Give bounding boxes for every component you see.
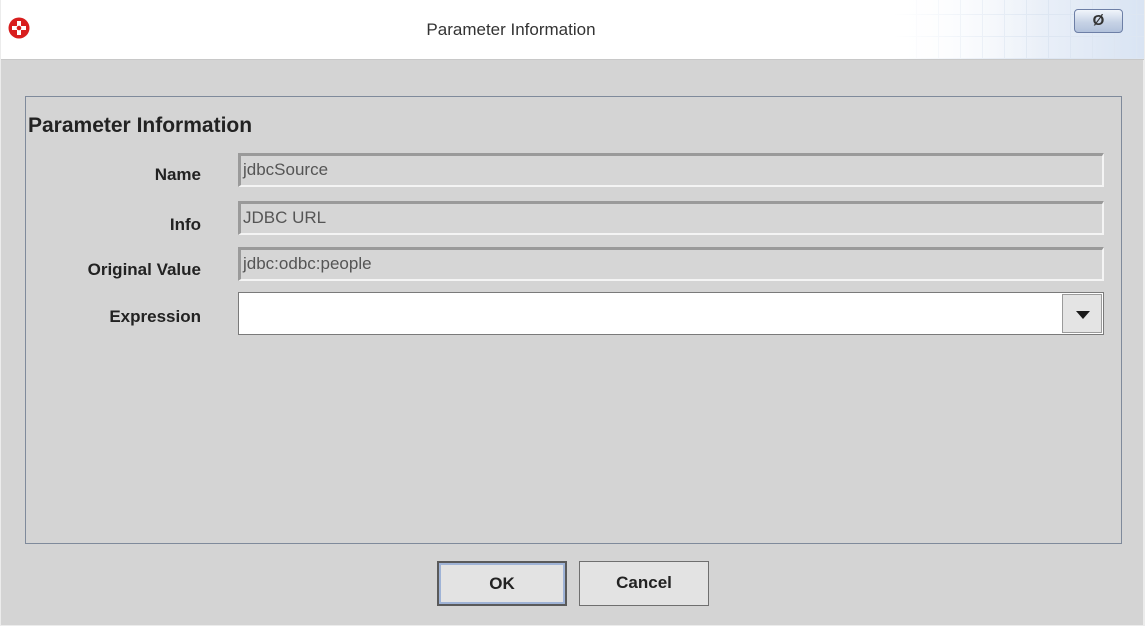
- expression-label: Expression: [109, 307, 201, 326]
- cancel-button[interactable]: Cancel: [579, 561, 709, 606]
- ok-button[interactable]: OK: [437, 561, 567, 606]
- group-title: Parameter Information: [28, 114, 253, 137]
- expression-combo[interactable]: [238, 292, 1104, 335]
- expression-dropdown-button[interactable]: [1062, 294, 1102, 333]
- original-value-field[interactable]: jdbc:odbc:people: [238, 247, 1104, 281]
- original-value-label: Original Value: [87, 260, 201, 279]
- window-title: Parameter Information: [426, 20, 596, 39]
- title-bar[interactable]: Parameter Information Ø: [1, 0, 1144, 60]
- name-label: Name: [154, 165, 201, 184]
- dialog-window: Parameter Information Ø Parameter Inform…: [0, 0, 1145, 626]
- chevron-down-icon: [1076, 311, 1090, 319]
- title-bar-button[interactable]: Ø: [1074, 9, 1123, 33]
- info-label: Info: [169, 215, 201, 234]
- name-field[interactable]: jdbcSource: [238, 153, 1104, 187]
- info-field[interactable]: JDBC URL: [238, 201, 1104, 235]
